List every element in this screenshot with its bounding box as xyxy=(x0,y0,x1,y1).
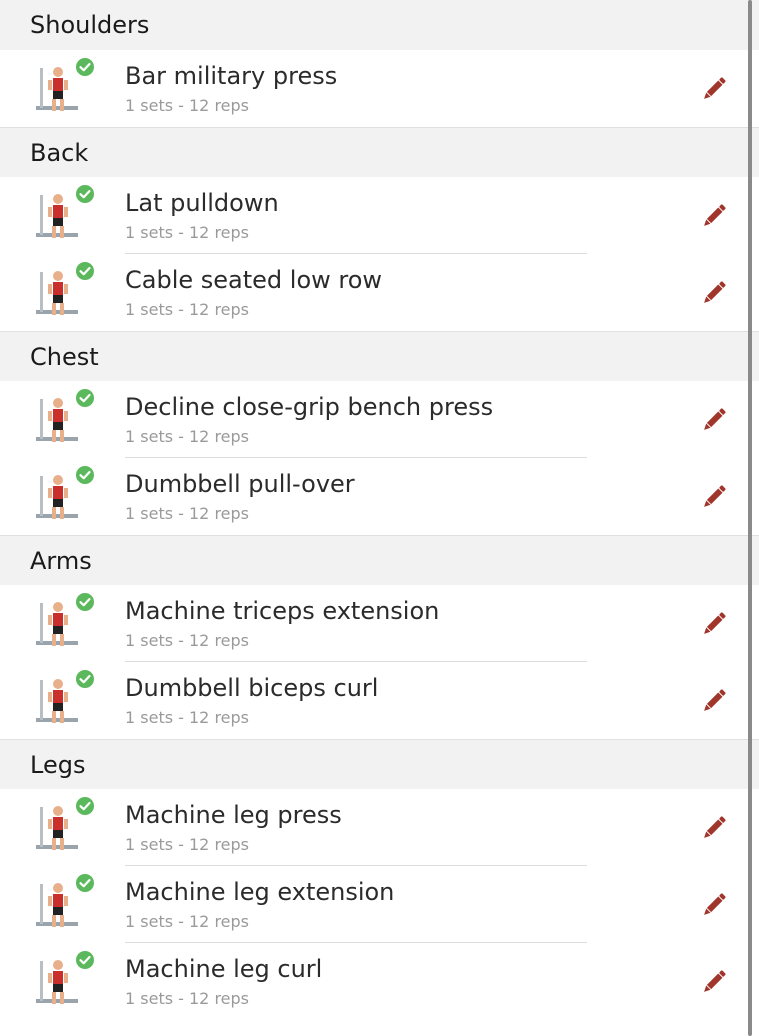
exercise-list: Shoulders Bar military press 1 sets - 12… xyxy=(0,0,759,1020)
pencil-icon xyxy=(699,816,729,847)
edit-exercise-button[interactable] xyxy=(699,278,729,308)
check-circle-icon xyxy=(76,466,94,484)
pencil-icon xyxy=(699,408,729,439)
exercise-name: Lat pulldown xyxy=(125,189,279,217)
exercise-row[interactable]: Dumbbell biceps curl 1 sets - 12 reps xyxy=(0,662,759,739)
exercise-text: Machine leg curl 1 sets - 12 reps xyxy=(125,952,322,1010)
exercise-row[interactable]: Machine leg press 1 sets - 12 reps xyxy=(0,789,759,866)
exercise-text: Dumbbell pull-over 1 sets - 12 reps xyxy=(125,467,355,525)
exercise-row[interactable]: Machine triceps extension 1 sets - 12 re… xyxy=(0,585,759,662)
exercise-row[interactable]: Bar military press 1 sets - 12 reps xyxy=(0,50,759,127)
pencil-icon xyxy=(699,612,729,643)
exercise-name: Dumbbell biceps curl xyxy=(125,674,379,702)
section-header-arms: Arms xyxy=(0,535,759,585)
edit-exercise-button[interactable] xyxy=(699,201,729,231)
edit-exercise-button[interactable] xyxy=(699,813,729,843)
exercise-row[interactable]: Dumbbell pull-over 1 sets - 12 reps xyxy=(0,458,759,535)
pencil-icon xyxy=(699,970,729,1001)
exercise-sets-reps: 1 sets - 12 reps xyxy=(125,223,250,242)
exercise-name: Machine leg extension xyxy=(125,878,395,906)
exercise-text: Decline close-grip bench press 1 sets - … xyxy=(125,390,493,448)
exercise-row[interactable]: Decline close-grip bench press 1 sets - … xyxy=(0,381,759,458)
exercise-sets-reps: 1 sets - 12 reps xyxy=(125,300,250,319)
exercise-row[interactable]: Machine leg curl 1 sets - 12 reps xyxy=(0,943,759,1020)
exercise-sets-reps: 1 sets - 12 reps xyxy=(125,989,250,1008)
exercise-text: Lat pulldown 1 sets - 12 reps xyxy=(125,186,279,244)
exercise-name: Decline close-grip bench press xyxy=(125,393,494,421)
pencil-icon xyxy=(699,689,729,720)
exercise-text: Cable seated low row 1 sets - 12 reps xyxy=(125,263,382,321)
exercise-text: Dumbbell biceps curl 1 sets - 12 reps xyxy=(125,671,378,729)
exercise-name: Cable seated low row xyxy=(125,266,383,294)
exercise-name: Machine triceps extension xyxy=(125,597,440,625)
exercise-text: Machine triceps extension 1 sets - 12 re… xyxy=(125,594,439,652)
exercise-name: Machine leg curl xyxy=(125,955,323,983)
exercise-row[interactable]: Lat pulldown 1 sets - 12 reps xyxy=(0,177,759,254)
exercise-sets-reps: 1 sets - 12 reps xyxy=(125,504,250,523)
exercise-thumbnail xyxy=(26,260,94,326)
edit-exercise-button[interactable] xyxy=(699,405,729,435)
check-circle-icon xyxy=(76,951,94,969)
pencil-icon xyxy=(699,77,729,108)
exercise-sets-reps: 1 sets - 12 reps xyxy=(125,631,250,650)
scrollbar[interactable] xyxy=(748,0,752,1036)
exercise-text: Machine leg press 1 sets - 12 reps xyxy=(125,798,342,856)
check-circle-icon xyxy=(76,185,94,203)
exercise-name: Dumbbell pull-over xyxy=(125,470,355,498)
section-header-back: Back xyxy=(0,127,759,177)
check-circle-icon xyxy=(76,670,94,688)
exercise-row[interactable]: Cable seated low row 1 sets - 12 reps xyxy=(0,254,759,331)
exercise-thumbnail xyxy=(26,56,94,122)
exercise-sets-reps: 1 sets - 12 reps xyxy=(125,96,250,115)
section-header-legs: Legs xyxy=(0,739,759,789)
section-header-shoulders: Shoulders xyxy=(0,0,759,50)
edit-exercise-button[interactable] xyxy=(699,686,729,716)
check-circle-icon xyxy=(76,874,94,892)
edit-exercise-button[interactable] xyxy=(699,890,729,920)
exercise-sets-reps: 1 sets - 12 reps xyxy=(125,708,250,727)
pencil-icon xyxy=(699,204,729,235)
pencil-icon xyxy=(699,893,729,924)
exercise-sets-reps: 1 sets - 12 reps xyxy=(125,912,250,931)
edit-exercise-button[interactable] xyxy=(699,967,729,997)
exercise-text: Bar military press 1 sets - 12 reps xyxy=(125,59,337,117)
check-circle-icon xyxy=(76,593,94,611)
exercise-sets-reps: 1 sets - 12 reps xyxy=(125,427,250,446)
edit-exercise-button[interactable] xyxy=(699,74,729,104)
exercise-row[interactable]: Machine leg extension 1 sets - 12 reps xyxy=(0,866,759,943)
exercise-sets-reps: 1 sets - 12 reps xyxy=(125,835,250,854)
exercise-thumbnail xyxy=(26,668,94,734)
exercise-thumbnail xyxy=(26,949,94,1015)
pencil-icon xyxy=(699,281,729,312)
exercise-name: Machine leg press xyxy=(125,801,342,829)
pencil-icon xyxy=(699,485,729,516)
exercise-list-screen: Shoulders Bar military press 1 sets - 12… xyxy=(0,0,759,1036)
exercise-thumbnail xyxy=(26,464,94,530)
check-circle-icon xyxy=(76,797,94,815)
check-circle-icon xyxy=(76,389,94,407)
exercise-text: Machine leg extension 1 sets - 12 reps xyxy=(125,875,394,933)
section-header-chest: Chest xyxy=(0,331,759,381)
check-circle-icon xyxy=(76,262,94,280)
exercise-name: Bar military press xyxy=(125,62,338,90)
edit-exercise-button[interactable] xyxy=(699,609,729,639)
check-circle-icon xyxy=(76,58,94,76)
edit-exercise-button[interactable] xyxy=(699,482,729,512)
